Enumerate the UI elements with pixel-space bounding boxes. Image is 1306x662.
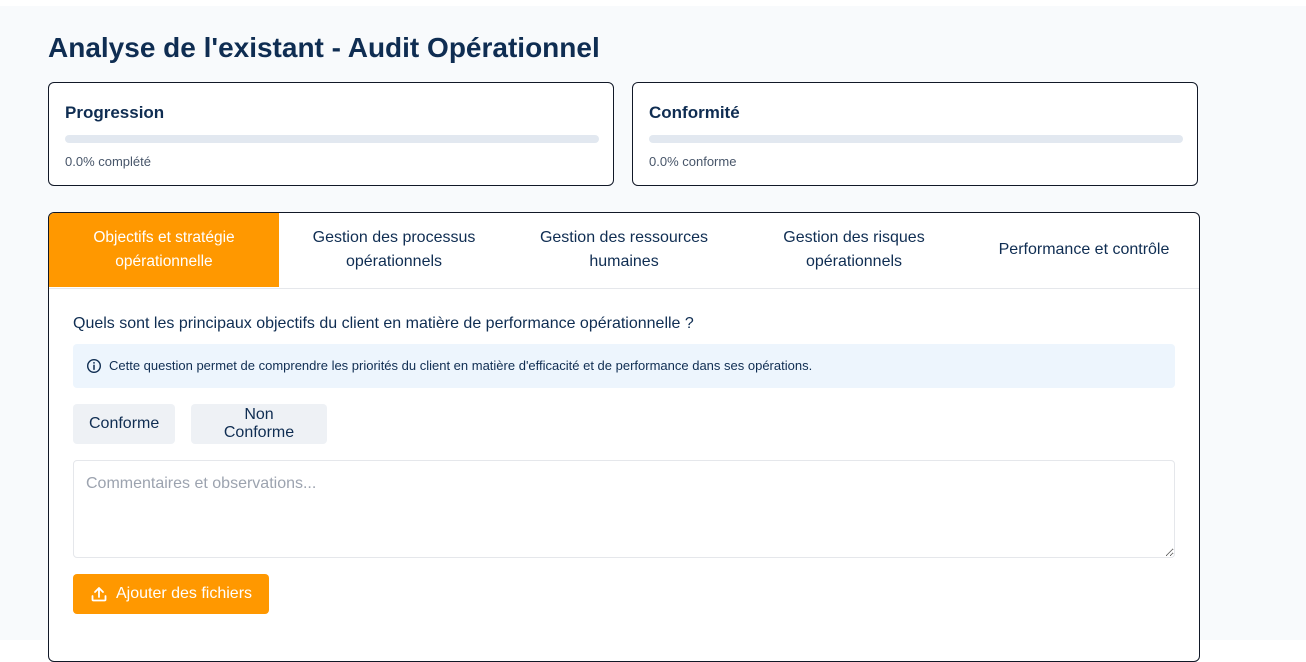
tab-performance-controle[interactable]: Performance et contrôle [969, 213, 1199, 287]
tab-gestion-ressources-humaines[interactable]: Gestion des ressources humaines [509, 213, 739, 287]
tab-gestion-processus[interactable]: Gestion des processus opérationnels [279, 213, 509, 287]
upload-icon [91, 587, 107, 602]
info-box: Cette question permet de comprendre les … [73, 344, 1175, 388]
conforme-button[interactable]: Conforme [73, 404, 175, 444]
page-title: Analyse de l'existant - Audit Opérationn… [48, 32, 600, 63]
progression-bar [65, 135, 599, 143]
tab-gestion-risques[interactable]: Gestion des risques opérationnels [739, 213, 969, 287]
comments-textarea[interactable] [73, 460, 1175, 558]
audit-panel: Objectifs et stratégie opérationnelle Ge… [48, 212, 1200, 662]
progression-title: Progression [65, 103, 165, 122]
add-files-label: Ajouter des fichiers [115, 585, 253, 602]
comment-wrapper [73, 460, 1175, 558]
info-circle-icon [86, 358, 102, 374]
page-background: Analyse de l'existant - Audit Opérationn… [0, 6, 1306, 662]
question-text: Quels sont les principaux objectifs du c… [73, 315, 694, 332]
conformite-text: 0.0% conforme [649, 154, 737, 169]
info-text: Cette question permet de comprendre les … [109, 358, 813, 373]
progression-text: 0.0% complété [65, 154, 151, 169]
conformite-title: Conformité [649, 103, 740, 122]
tab-bar: Objectifs et stratégie opérationnelle Ge… [49, 213, 1199, 289]
progression-card: Progression 0.0% complété [48, 82, 614, 186]
conformite-card: Conformité 0.0% conforme [632, 82, 1198, 186]
tab-objectifs-strategie[interactable]: Objectifs et stratégie opérationnelle [49, 213, 279, 287]
add-files-button[interactable]: Ajouter des fichiers [73, 574, 269, 614]
conformite-bar [649, 135, 1183, 143]
non-conforme-button[interactable]: Non Conforme [191, 404, 327, 444]
